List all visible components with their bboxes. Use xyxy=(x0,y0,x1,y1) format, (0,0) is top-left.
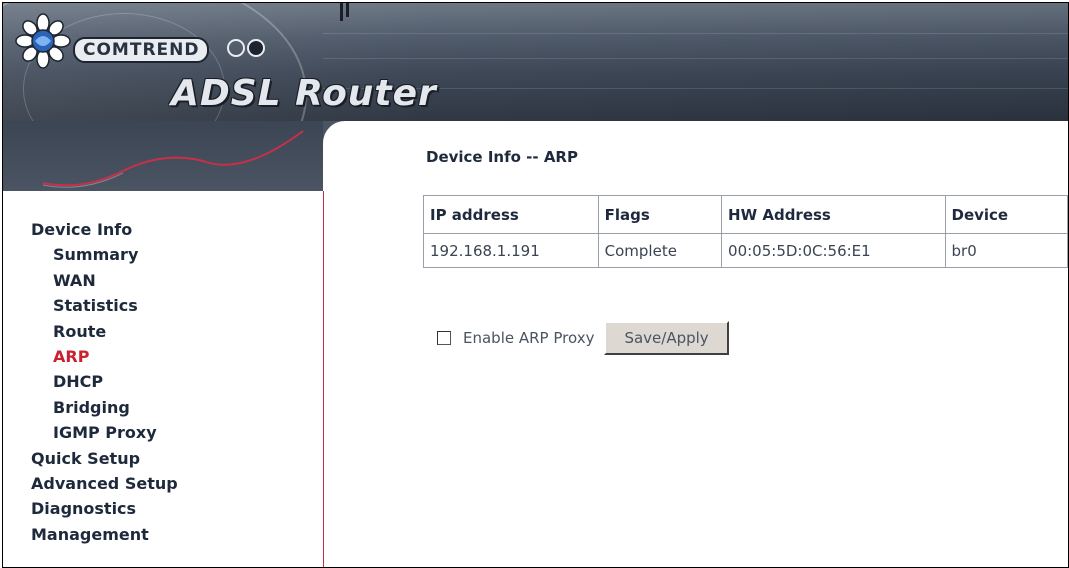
column-header-flags: Flags xyxy=(597,195,723,234)
sidebar-menu: Device Info Summary WAN Statistics Route… xyxy=(31,217,178,547)
sidebar-item-quick-setup[interactable]: Quick Setup xyxy=(31,446,178,471)
sidebar-header-graphic xyxy=(3,121,323,191)
sidebar-item-management[interactable]: Management xyxy=(31,522,178,547)
table-header-row: IP address Flags HW Address Device xyxy=(423,195,1068,234)
brand-dots xyxy=(227,39,267,61)
cell-flags: Complete xyxy=(597,233,723,268)
sidebar-item-wan[interactable]: WAN xyxy=(31,268,178,293)
enable-arp-proxy-checkbox[interactable] xyxy=(437,331,451,345)
sidebar-item-summary[interactable]: Summary xyxy=(31,242,178,267)
sidebar-item-device-info[interactable]: Device Info xyxy=(31,217,178,242)
cell-device: br0 xyxy=(944,233,1068,268)
sidebar-item-arp[interactable]: ARP xyxy=(31,344,178,369)
sidebar-item-dhcp[interactable]: DHCP xyxy=(31,369,178,394)
column-header-ip: IP address xyxy=(423,195,599,234)
sidebar-item-statistics[interactable]: Statistics xyxy=(31,293,178,318)
sidebar-item-igmp-proxy[interactable]: IGMP Proxy xyxy=(31,420,178,445)
router-window: COMTREND ADSL Router Device Info Summary… xyxy=(2,2,1069,568)
save-apply-button[interactable]: Save/Apply xyxy=(604,321,729,355)
brand-logo-text: COMTREND xyxy=(73,37,210,63)
comtrend-logo-icon xyxy=(15,13,71,69)
product-name: ADSL Router xyxy=(171,73,437,114)
sidebar-item-bridging[interactable]: Bridging xyxy=(31,395,178,420)
column-header-hw-address: HW Address xyxy=(721,195,946,234)
table-row: 192.168.1.191 Complete 00:05:5D:0C:56:E1… xyxy=(423,233,1068,268)
cell-hw-address: 00:05:5D:0C:56:E1 xyxy=(721,233,946,268)
cell-ip-address: 192.168.1.191 xyxy=(423,233,599,268)
sidebar-item-route[interactable]: Route xyxy=(31,319,178,344)
arp-proxy-row: Enable ARP Proxy Save/Apply xyxy=(437,321,729,355)
sidebar: Device Info Summary WAN Statistics Route… xyxy=(3,191,324,567)
sidebar-item-diagnostics[interactable]: Diagnostics xyxy=(31,496,178,521)
arp-table: IP address Flags HW Address Device 192.1… xyxy=(423,195,1068,268)
page-title: Device Info -- ARP xyxy=(426,148,578,166)
sidebar-item-advanced-setup[interactable]: Advanced Setup xyxy=(31,471,178,496)
column-header-device: Device xyxy=(944,195,1068,234)
enable-arp-proxy-label: Enable ARP Proxy xyxy=(463,329,595,347)
header-banner: COMTREND ADSL Router xyxy=(3,3,1068,217)
